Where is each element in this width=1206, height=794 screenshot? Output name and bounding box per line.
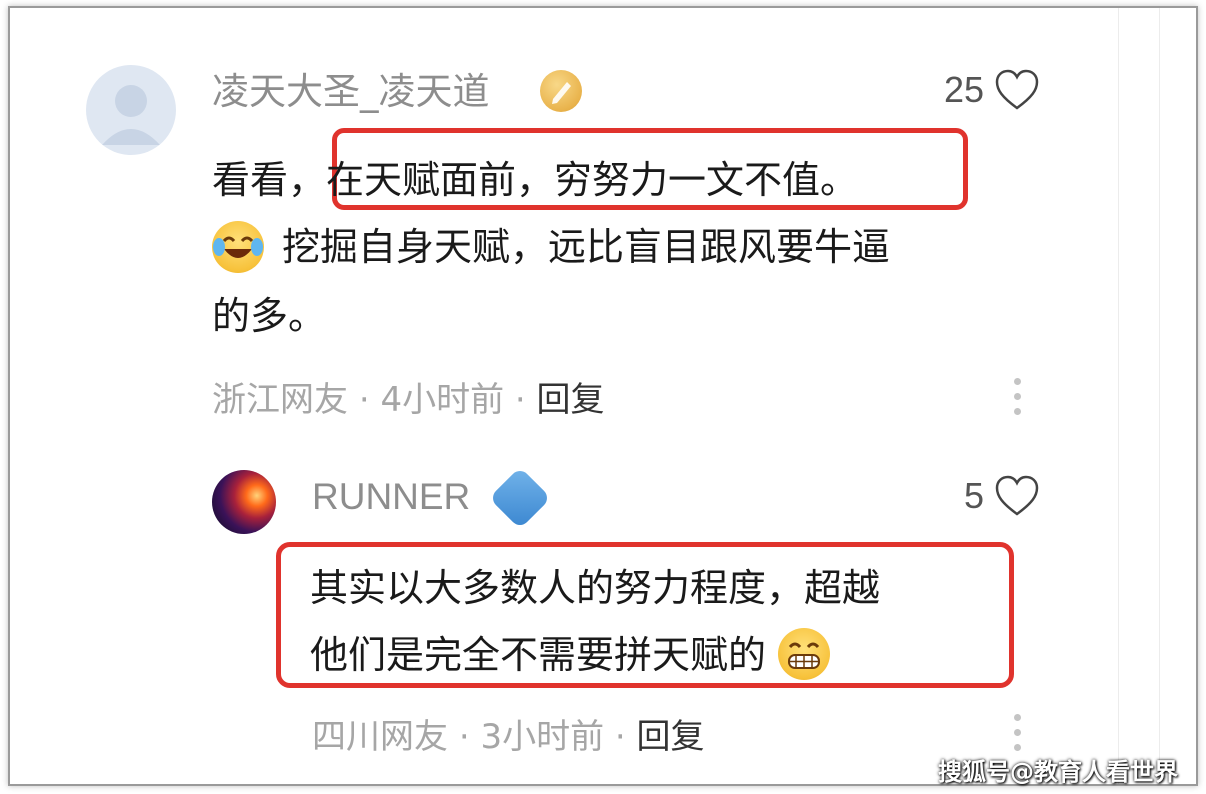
pen-medal-icon: [540, 70, 582, 112]
comment-text: 挖掘自身天赋，远比盲目跟风要牛逼: [282, 225, 891, 269]
more-options-icon[interactable]: [1014, 378, 1022, 415]
avatar[interactable]: [86, 65, 176, 155]
comment-text-prefix: 看看，: [212, 158, 327, 202]
comment-text-line: 其实以大多数人的努力程度，超越: [310, 566, 881, 610]
grinning-emoji-icon: [778, 627, 831, 680]
comment-text-highlighted: 在天赋面前，穷努力一文不值。: [326, 158, 859, 202]
like-button[interactable]: 5: [964, 474, 1040, 518]
like-count: 25: [943, 69, 984, 110]
username[interactable]: 凌天大圣_凌天道: [212, 73, 490, 110]
scroll-rail: [1118, 8, 1160, 784]
laugh-crying-emoji-icon: [212, 221, 264, 273]
avatar[interactable]: [212, 470, 276, 534]
comment-text: 他们是完全不需要拼天赋的: [310, 633, 767, 677]
comment-text-line: 他们是完全不需要拼天赋的: [310, 622, 831, 688]
separator: ·: [358, 380, 370, 420]
username[interactable]: RUNNER: [312, 478, 470, 515]
reply-button[interactable]: 回复: [537, 380, 605, 420]
like-button[interactable]: 25: [944, 68, 1040, 112]
timestamp: 3小时前: [480, 717, 605, 757]
separator: ·: [458, 717, 470, 757]
reply-button[interactable]: 回复: [637, 717, 705, 757]
separator: ·: [514, 380, 526, 420]
comment-meta: 浙江网友 · 4小时前 · 回复: [212, 372, 605, 421]
comment-text-line: 挖掘自身天赋，远比盲目跟风要牛逼: [212, 214, 890, 280]
watermark: 搜狐号@教育人看世界: [938, 758, 1178, 786]
comment-text-line: 的多。: [212, 294, 327, 338]
comment-text-line: 看看，在天赋面前，穷努力一文不值。: [212, 147, 858, 213]
comment-meta: 四川网友 · 3小时前 · 回复: [312, 709, 705, 758]
timestamp: 4小时前: [380, 380, 505, 420]
location: 四川网友: [312, 717, 448, 757]
separator: ·: [614, 717, 626, 757]
default-user-icon: [102, 85, 160, 145]
heart-icon: [995, 475, 1039, 516]
more-options-icon[interactable]: [1014, 714, 1022, 751]
like-count: 5: [963, 475, 984, 516]
heart-icon: [995, 69, 1039, 110]
location: 浙江网友: [212, 380, 348, 420]
